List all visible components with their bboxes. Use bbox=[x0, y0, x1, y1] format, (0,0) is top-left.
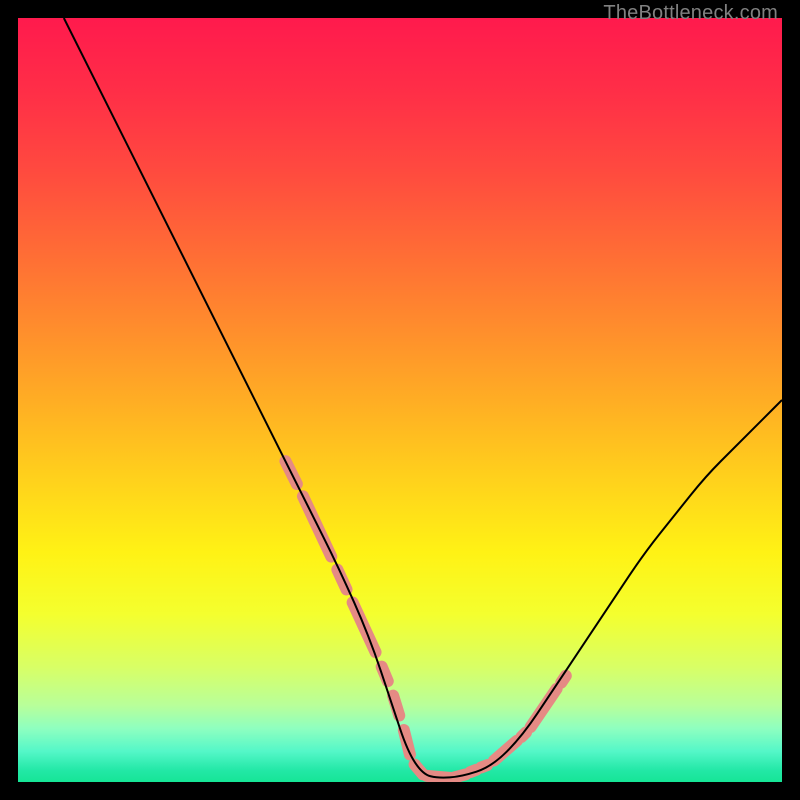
highlight-segment bbox=[337, 570, 346, 590]
plot-area bbox=[18, 18, 782, 782]
bottleneck-chart bbox=[18, 18, 782, 782]
chart-frame: TheBottleneck.com bbox=[0, 0, 800, 800]
gradient-background bbox=[18, 18, 782, 782]
watermark-text: TheBottleneck.com bbox=[603, 2, 778, 25]
